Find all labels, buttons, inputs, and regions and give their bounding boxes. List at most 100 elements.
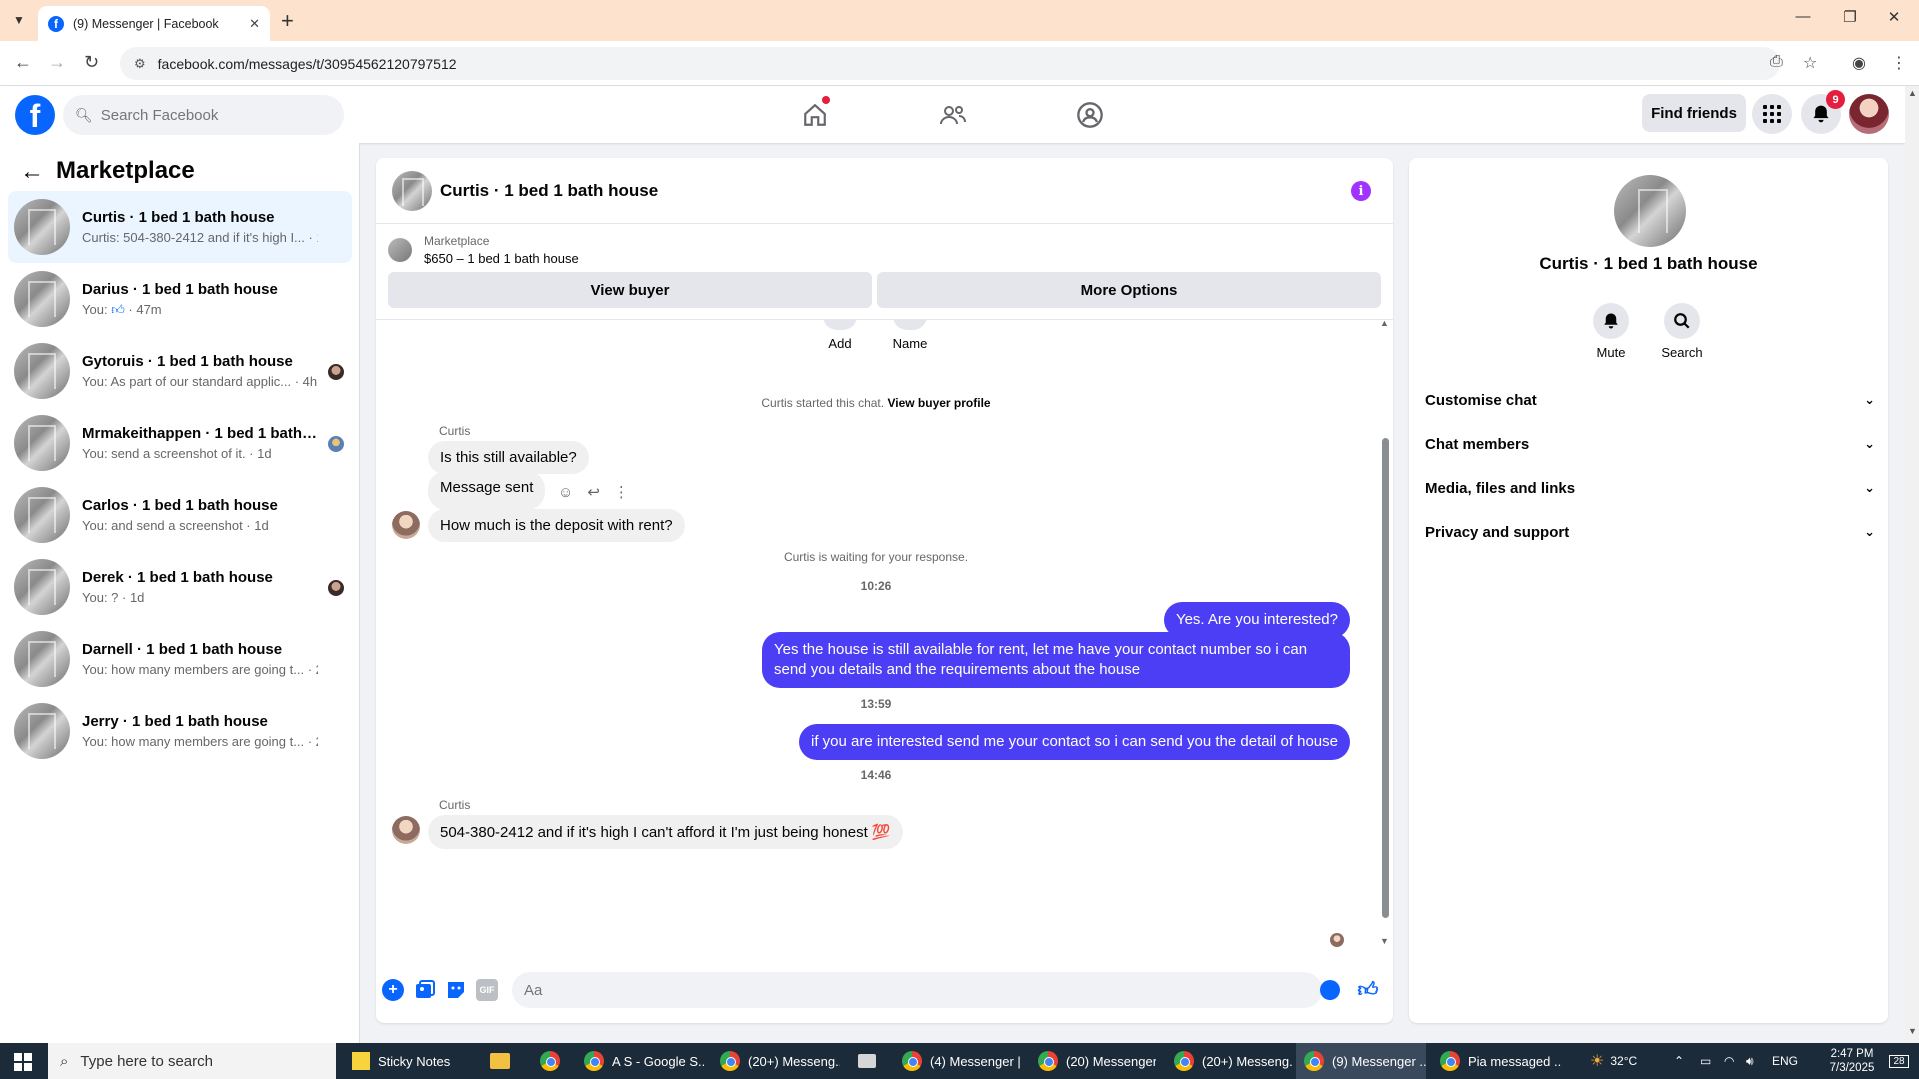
browser-tab-active[interactable]: f (9) Messenger | Facebook ✕ [38,6,270,41]
restore-icon[interactable]: ❐ [1830,8,1870,26]
clock[interactable]: 2:47 PM 7/3/2025 [1812,1043,1892,1079]
close-window-icon[interactable]: ✕ [1874,8,1914,26]
conversation-avatar[interactable] [392,170,432,211]
chat-members-section[interactable]: Chat members ⌄ [1425,426,1875,462]
facebook-search[interactable]: 🔍︎ [63,95,344,135]
chat-list-item[interactable]: Mrmakeithappen · 1 bed 1 bath ... You: s… [8,407,352,479]
scroll-up-icon[interactable]: ▲ [1380,318,1389,328]
customise-chat-section[interactable]: Customise chat ⌄ [1425,382,1875,418]
incoming-message[interactable]: Message sent [428,471,546,510]
wifi-icon[interactable]: ◠ [1724,1043,1734,1079]
groups-nav-icon[interactable] [1073,98,1107,132]
back-arrow-icon[interactable]: ← [20,158,44,186]
facebook-search-input[interactable] [100,106,321,124]
chat-list-item[interactable]: Jerry · 1 bed 1 bath house You: how many… [8,695,352,767]
taskbar-app-chrome-window[interactable]: (20+) Messeng... [712,1043,840,1079]
taskbar-app-chrome-window[interactable]: (4) Messenger |... [894,1043,1020,1079]
conversation-title[interactable]: Curtis · 1 bed 1 bath house [440,181,658,201]
thread-scrollbar[interactable]: ▲ ▼ [1380,318,1390,954]
incoming-message[interactable]: How much is the deposit with rent? [428,509,685,542]
plus-icon[interactable]: + [382,979,404,1001]
minimize-icon[interactable]: — [1783,8,1823,25]
menu-grid-icon[interactable] [1752,94,1792,134]
site-info-icon[interactable]: ⚙ [134,56,146,72]
back-icon[interactable]: ← [14,52,32,73]
page-scroll-up-icon[interactable]: ▲ [1908,88,1917,98]
message-input[interactable] [512,972,1322,1008]
new-tab-icon[interactable]: + [281,8,294,34]
taskbar-search[interactable]: ⌕ Type here to search [48,1043,336,1079]
outgoing-message[interactable]: if you are interested send me your conta… [799,724,1350,760]
privacy-support-section[interactable]: Privacy and support ⌄ [1425,514,1875,550]
search-action[interactable]: Search [1652,303,1712,360]
outgoing-message[interactable]: Yes the house is still available for ren… [762,632,1350,688]
taskbar-app-chrome-window[interactable]: (20) Messenger... [1030,1043,1156,1079]
bookmark-star-icon[interactable]: ☆ [1803,53,1817,73]
windows-start-icon[interactable] [14,1053,32,1071]
more-icon[interactable]: ⋮ [614,483,629,501]
like-thumbs-up-icon[interactable]: 👍︎ [1357,979,1379,1001]
action-center-icon[interactable]: 28 [1884,1043,1914,1079]
reply-icon[interactable]: ↩ [587,483,600,501]
taskbar-app-chrome[interactable] [532,1043,568,1079]
chat-preview: You: and send a screenshot · 1d [82,518,269,533]
taskbar-app-label: A S - Google S... [612,1053,704,1069]
chat-list-item[interactable]: Darnell · 1 bed 1 bath house You: how ma… [8,623,352,695]
facebook-logo-icon[interactable]: f [15,95,55,135]
weather-widget[interactable]: ☀ 32°C [1590,1043,1637,1079]
address-bar[interactable]: ⚙ facebook.com/messages/t/30954562120797… [120,47,1780,80]
chat-list-item[interactable]: Curtis · 1 bed 1 bath house Curtis: 504-… [8,191,352,263]
more-options-button[interactable]: More Options [877,272,1381,308]
taskbar-app-file-explorer[interactable] [482,1043,518,1079]
sender-avatar[interactable] [392,816,420,844]
emoji-icon[interactable] [1320,980,1340,1000]
taskbar-app-generic[interactable] [850,1043,884,1079]
info-icon[interactable]: i [1351,181,1371,201]
gif-icon[interactable]: GIF [476,979,498,1001]
scroll-down-icon[interactable]: ▼ [1380,936,1389,946]
taskbar-app-sticky-notes[interactable]: Sticky Notes [344,1043,462,1079]
chat-preview: You: how many members are going t... · 2… [82,734,318,749]
account-avatar[interactable] [1849,94,1889,134]
install-app-icon[interactable]: ⎙ [1770,53,1783,71]
menu-kebab-icon[interactable]: ⋮ [1891,53,1907,73]
taskbar-app-chrome-window[interactable]: A S - Google S... [576,1043,704,1079]
add-action[interactable]: Add [810,320,870,351]
photo-icon[interactable] [414,979,436,1001]
sticker-icon[interactable] [445,979,467,1001]
view-buyer-profile-link[interactable]: View buyer profile [887,396,990,410]
forward-icon[interactable]: → [48,52,66,73]
notifications-bell-icon[interactable]: 9 [1801,90,1845,134]
tray-overflow-icon[interactable]: ⌃ [1674,1043,1684,1079]
listing-price-title[interactable]: $650 – 1 bed 1 bath house [424,251,579,266]
tab-close-icon[interactable]: ✕ [249,16,260,32]
mute-action[interactable]: Mute [1581,303,1641,360]
media-files-links-section[interactable]: Media, files and links ⌄ [1425,470,1875,506]
chat-list-item[interactable]: Darius · 1 bed 1 bath house You: 👍︎ · 47… [8,263,352,335]
incoming-message[interactable]: 504-380-2412 and if it's high I can't af… [428,815,903,849]
chat-list-item[interactable]: Carlos · 1 bed 1 bath house You: and sen… [8,479,352,551]
react-emoji-icon[interactable]: ☺ [558,484,573,501]
taskbar-app-chrome-window-active[interactable]: (9) Messenger ... [1296,1043,1426,1079]
profile-icon[interactable]: ◉ [1852,53,1866,73]
chat-list-item[interactable]: Derek · 1 bed 1 bath house You: ? · 1d [8,551,352,623]
taskbar-app-chrome-window[interactable]: (20+) Messeng... [1166,1043,1292,1079]
sender-avatar[interactable] [392,511,420,539]
page-scrollbar[interactable]: ▲ ▼ [1905,86,1919,1043]
volume-icon[interactable]: 🔊︎ [1746,1043,1754,1079]
chat-list-item[interactable]: Gytoruis · 1 bed 1 bath house You: As pa… [8,335,352,407]
incoming-message[interactable]: Is this still available? [428,441,589,474]
thread-scroll-thumb[interactable] [1382,438,1389,918]
tab-search-icon[interactable]: ▼ [8,9,30,31]
taskbar-app-chrome-window[interactable]: Pia messaged ... [1432,1043,1562,1079]
view-buyer-button[interactable]: View buyer [388,272,872,308]
chat-details-avatar[interactable] [1614,175,1686,247]
page-scroll-down-icon[interactable]: ▼ [1908,1026,1917,1036]
friends-nav-icon[interactable] [936,98,970,132]
name-action[interactable]: Name [880,320,940,351]
find-friends-button[interactable]: Find friends [1642,94,1746,132]
battery-icon[interactable]: ▭ [1700,1043,1711,1079]
language-indicator[interactable]: ENG [1772,1043,1798,1079]
home-nav-icon[interactable] [798,96,832,132]
reload-icon[interactable]: ↻ [84,52,99,73]
